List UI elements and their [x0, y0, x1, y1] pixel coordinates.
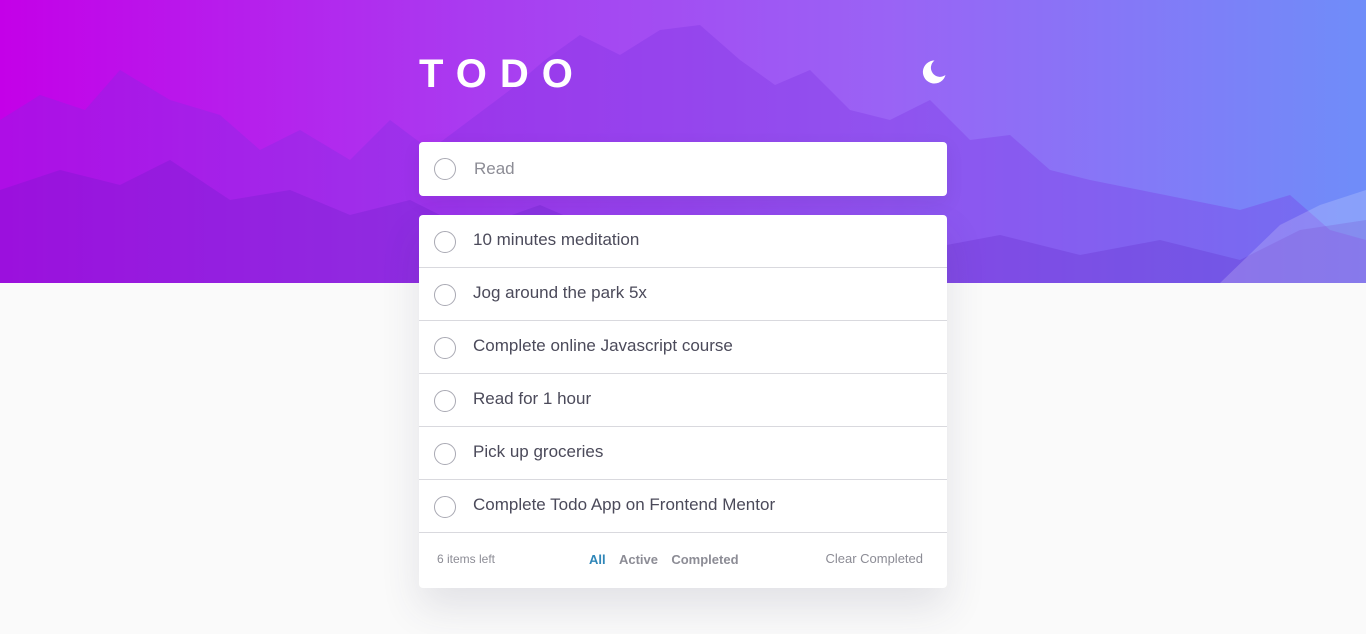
todo-item[interactable]: Complete online Javascript course — [419, 321, 947, 374]
new-todo-check-circle[interactable] — [434, 158, 456, 180]
new-todo-bar — [419, 142, 947, 196]
theme-toggle-button[interactable] — [921, 59, 947, 85]
todo-text: 10 minutes meditation — [473, 230, 640, 249]
filter-completed-button[interactable]: Completed — [666, 552, 743, 567]
todo-text: Complete Todo App on Frontend Mentor — [473, 495, 776, 514]
todo-item[interactable]: Jog around the park 5x — [419, 268, 947, 321]
todo-check-circle[interactable] — [434, 231, 456, 253]
todo-check-circle[interactable] — [434, 390, 456, 412]
filter-active-button[interactable]: Active — [614, 552, 663, 567]
clear-completed-button[interactable]: Clear Completed — [825, 551, 923, 566]
todo-check-circle[interactable] — [434, 337, 456, 359]
app-title: TODO — [419, 52, 586, 96]
todo-item[interactable]: 10 minutes meditation — [419, 215, 947, 268]
todo-list: 10 minutes meditation Jog around the par… — [419, 215, 947, 533]
todo-text: Pick up groceries — [473, 442, 604, 461]
filter-all-button[interactable]: All — [584, 552, 611, 567]
todo-item[interactable]: Read for 1 hour — [419, 374, 947, 427]
todo-text: Complete online Javascript course — [473, 336, 733, 355]
todo-list-card: 10 minutes meditation Jog around the par… — [419, 215, 947, 588]
list-footer: 6 items left All Active Completed Clear … — [419, 533, 947, 588]
todo-item[interactable]: Pick up groceries — [419, 427, 947, 480]
todo-item[interactable]: Complete Todo App on Frontend Mentor — [419, 480, 947, 533]
todo-check-circle[interactable] — [434, 284, 456, 306]
new-todo-input[interactable] — [472, 142, 932, 196]
todo-check-circle[interactable] — [434, 496, 456, 518]
todo-text: Read for 1 hour — [473, 389, 592, 408]
items-left-count: 6 items left — [437, 552, 496, 566]
app-header: TODO — [419, 50, 947, 100]
filter-group: All Active Completed — [584, 552, 744, 568]
todo-text: Jog around the park 5x — [473, 283, 647, 302]
todo-check-circle[interactable] — [434, 443, 456, 465]
moon-icon — [922, 60, 946, 84]
